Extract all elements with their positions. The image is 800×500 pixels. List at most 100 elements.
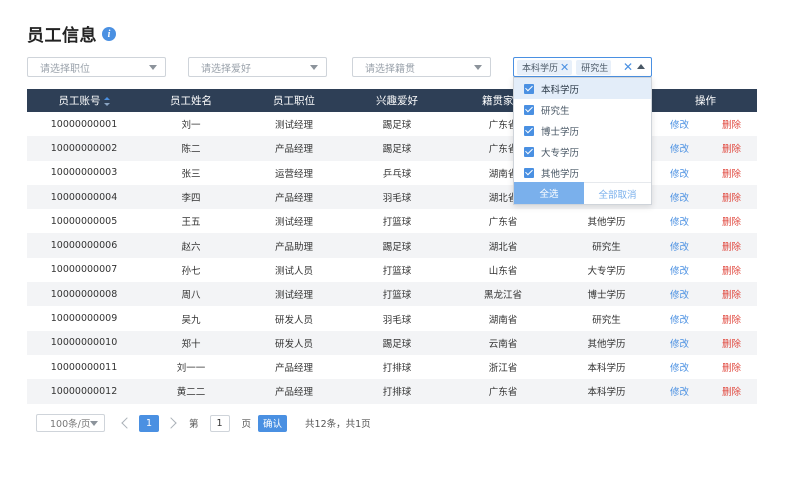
cell-position: 产品经理 (274, 363, 313, 375)
delete-link[interactable]: 删除 (722, 263, 741, 277)
checkbox-checked-icon[interactable] (524, 83, 534, 94)
edit-link[interactable]: 修改 (670, 287, 689, 301)
education-tag: 研究生 (576, 59, 612, 75)
edit-link[interactable]: 修改 (670, 214, 689, 228)
chevron-down-icon (90, 421, 98, 426)
page-size-select[interactable]: 100条/页 (36, 414, 105, 432)
delete-link[interactable]: 删除 (722, 141, 741, 155)
column-header-label: 员工账号 (58, 95, 101, 107)
cell-hometown: 广东省 (488, 217, 518, 229)
cell-position: 测试经理 (274, 217, 313, 229)
chevron-down-icon (149, 65, 157, 70)
cell-name: 陈二 (181, 144, 201, 156)
cell-position: 研发人员 (274, 314, 313, 326)
chevron-up-icon[interactable] (637, 64, 645, 69)
checkbox-checked-icon[interactable] (524, 146, 534, 157)
column-header-account[interactable]: 员工账号 (27, 93, 141, 108)
cell-hobby: 羽毛球 (382, 314, 412, 326)
dropdown-option-label: 其他学历 (541, 168, 580, 180)
cell-actions: 修改 删除 (654, 312, 757, 326)
page-title: 员工信息 (27, 25, 97, 46)
info-icon[interactable]: i (102, 27, 116, 41)
education-filter[interactable]: 本科学历 ✕ 研究生 ✕ (513, 57, 652, 77)
delete-link[interactable]: 删除 (722, 287, 741, 301)
position-filter[interactable]: 请选择职位 (27, 57, 166, 77)
hobby-filter-placeholder: 请选择爱好 (201, 63, 251, 75)
cell-actions: 修改 删除 (654, 190, 757, 204)
education-tag-label: 本科学历 (522, 63, 559, 74)
cell-hobby: 踢足球 (382, 120, 412, 132)
column-header-actions: 操作 (695, 95, 716, 107)
delete-link[interactable]: 删除 (722, 239, 741, 253)
delete-link[interactable]: 删除 (722, 360, 741, 374)
dropdown-option[interactable]: 研究生 (514, 99, 651, 120)
cell-name: 刘一 (181, 120, 201, 132)
dropdown-option-label: 大专学历 (541, 147, 580, 159)
delete-link[interactable]: 删除 (722, 384, 741, 398)
tag-remove-icon[interactable]: ✕ (560, 61, 569, 74)
table-row: 10000000010 郑十 研发人员 踢足球 云南省 其他学历 修改 删除 (27, 330, 757, 355)
select-all-button[interactable]: 全选 (514, 182, 584, 204)
cell-actions: 修改 删除 (654, 287, 757, 301)
dropdown-option[interactable]: 其他学历 (514, 162, 651, 183)
cell-position: 产品助理 (274, 241, 313, 253)
checkbox-checked-icon[interactable] (524, 125, 534, 136)
clear-selection-icon[interactable]: ✕ (623, 60, 633, 74)
cell-name: 吴九 (181, 314, 201, 326)
edit-link[interactable]: 修改 (670, 360, 689, 374)
sort-icon[interactable] (103, 96, 110, 106)
prev-page-icon[interactable] (121, 417, 133, 429)
table-row: 10000000006 赵六 产品助理 踢足球 湖北省 研究生 修改 删除 (27, 233, 757, 258)
checkbox-checked-icon[interactable] (524, 167, 534, 178)
edit-link[interactable]: 修改 (670, 117, 689, 131)
delete-link[interactable]: 删除 (722, 214, 741, 228)
next-page-icon[interactable] (165, 417, 177, 429)
page-button-current[interactable]: 1 (139, 414, 159, 432)
delete-link[interactable]: 删除 (722, 312, 741, 326)
cell-position: 产品经理 (274, 144, 313, 156)
cell-position: 测试经理 (274, 290, 313, 302)
cell-account: 10000000006 (50, 240, 118, 252)
cell-account: 10000000011 (50, 361, 118, 373)
delete-link[interactable]: 删除 (722, 117, 741, 131)
education-tag: 本科学历 ✕ (517, 59, 573, 75)
edit-link[interactable]: 修改 (670, 190, 689, 204)
cell-account: 10000000002 (50, 142, 118, 154)
edit-link[interactable]: 修改 (670, 336, 689, 350)
delete-link[interactable]: 删除 (722, 190, 741, 204)
edit-link[interactable]: 修改 (670, 166, 689, 180)
dropdown-option[interactable]: 大专学历 (514, 141, 651, 162)
cell-name: 赵六 (181, 241, 201, 253)
edit-link[interactable]: 修改 (670, 141, 689, 155)
edit-link[interactable]: 修改 (670, 312, 689, 326)
delete-link[interactable]: 删除 (722, 336, 741, 350)
table-row: 10000000009 吴九 研发人员 羽毛球 湖南省 研究生 修改 删除 (27, 306, 757, 331)
edit-link[interactable]: 修改 (670, 263, 689, 277)
goto-page-input[interactable]: 1 (209, 414, 230, 432)
confirm-button[interactable]: 确认 (258, 414, 288, 432)
dropdown-option-label: 研究生 (541, 105, 570, 117)
cell-position: 运营经理 (274, 168, 313, 180)
edit-link[interactable]: 修改 (670, 384, 689, 398)
cell-position: 产品经理 (274, 193, 313, 205)
page-header: 员工信息 i (27, 21, 116, 46)
delete-link[interactable]: 删除 (722, 166, 741, 180)
cell-education: 其他学历 (587, 217, 626, 229)
hobby-filter[interactable]: 请选择爱好 (188, 57, 327, 77)
table-row: 10000000007 孙七 测试人员 打篮球 山东省 大专学历 修改 删除 (27, 257, 757, 283)
edit-link[interactable]: 修改 (670, 239, 689, 253)
cell-hometown: 湖南省 (488, 314, 518, 326)
cell-hometown: 湖北省 (488, 241, 518, 253)
dropdown-option[interactable]: 本科学历 (514, 78, 651, 99)
cell-actions: 修改 删除 (654, 360, 757, 374)
cell-name: 李四 (181, 193, 201, 205)
cell-hometown: 山东省 (488, 265, 518, 277)
table-row: 10000000008 周八 测试经理 打篮球 黑龙江省 博士学历 修改 删除 (27, 282, 757, 307)
checkbox-checked-icon[interactable] (524, 104, 534, 115)
dropdown-option[interactable]: 博士学历 (514, 120, 651, 141)
cell-hobby: 打篮球 (382, 290, 412, 302)
deselect-all-button[interactable]: 全部取消 (584, 182, 651, 204)
cell-hometown: 黑龙江省 (483, 290, 522, 302)
pagination: 100条/页 1 第 1 页 确认 共12条，共1页 (36, 414, 371, 432)
hometown-filter[interactable]: 请选择籍贯 (352, 57, 491, 77)
